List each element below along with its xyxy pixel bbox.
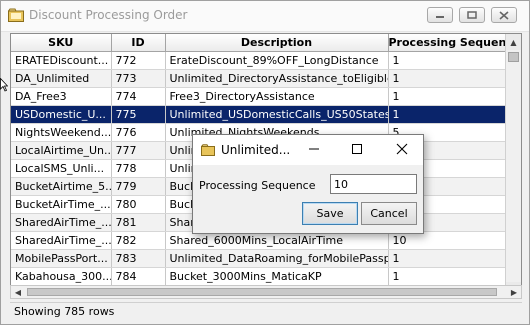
id-cell: 782 <box>111 231 166 250</box>
processing-sequence-cell: 1 <box>388 87 507 106</box>
processing-sequence-cell: 10 <box>388 231 507 250</box>
id-cell: 780 <box>111 195 166 214</box>
column-header-id[interactable]: ID <box>111 34 166 52</box>
folder-icon <box>201 144 215 156</box>
processing-sequence-cell: 1 <box>388 249 507 268</box>
scroll-right-arrow-icon[interactable]: ▶ <box>507 286 521 298</box>
close-icon <box>499 10 509 20</box>
dialog-maximize-button[interactable] <box>350 142 364 156</box>
id-cell: 776 <box>111 123 166 142</box>
table-row[interactable]: MobilePassPort... 783 Unlimited_DataRoamin… <box>11 249 507 268</box>
window-title: Discount Processing Order <box>29 8 188 22</box>
sku-cell: USDomestic_U... <box>11 105 112 124</box>
id-cell: 781 <box>111 213 166 232</box>
description-cell: ErateDiscount_89%OFF_LongDistance <box>165 51 389 70</box>
vertical-scrollbar[interactable]: ▲ ▼ <box>505 34 521 298</box>
sku-cell: ERATEDiscount... <box>11 51 112 70</box>
sku-cell: SharedAirTime_... <box>11 213 112 232</box>
sku-cell: DA_Unlimited <box>11 69 112 88</box>
description-cell: Unlimited_DirectoryAssistance_toEligible… <box>165 69 389 88</box>
description-cell: Bucket_3000Mins_MaticaKP <box>165 267 389 286</box>
dialog-title: Unlimited... <box>221 143 291 157</box>
title-bar[interactable]: Discount Processing Order <box>1 1 529 32</box>
maximize-button[interactable] <box>459 7 485 23</box>
id-cell: 774 <box>111 87 166 106</box>
sku-cell: Kabahousa_300... <box>11 267 112 286</box>
sku-cell: BucketAirTime_... <box>11 195 112 214</box>
sku-cell: MobilePassPort... <box>11 249 112 268</box>
sku-cell: SharedAirTime_... <box>11 231 112 250</box>
id-cell: 778 <box>111 159 166 178</box>
header-row: SKU ID Description Processing Sequence <box>11 34 507 52</box>
scroll-up-arrow-icon[interactable]: ▲ <box>506 34 521 50</box>
id-cell: 783 <box>111 249 166 268</box>
processing-sequence-cell: 1 <box>388 105 507 124</box>
id-cell: 784 <box>111 267 166 286</box>
table-row[interactable]: DA_Free3 774 Free3_DirectoryAssistance 1 <box>11 87 507 106</box>
vertical-scroll-thumb[interactable] <box>508 52 519 62</box>
horizontal-scroll-thumb[interactable] <box>27 288 497 296</box>
description-cell: Unlimited_USDomesticCalls_US50States <box>165 105 389 124</box>
table-row[interactable]: USDomestic_U... 775 Unlimited_USDomesticCa… <box>11 105 507 124</box>
processing-sequence-cell: 1 <box>388 51 507 70</box>
minimize-button[interactable] <box>427 7 453 23</box>
column-header-processing-sequence[interactable]: Processing Sequence <box>388 34 507 52</box>
sku-cell: BucketAirtime_5... <box>11 177 112 196</box>
sku-cell: NightsWeekend... <box>11 123 112 142</box>
description-cell: Unlimited_DataRoaming_forMobilePassport <box>165 249 389 268</box>
table-row[interactable]: SharedAirTime_... 782 Shared_6000Mins_Loca… <box>11 231 507 250</box>
horizontal-scrollbar[interactable]: ◀ ▶ <box>10 285 522 299</box>
processing-sequence-label: Processing Sequence <box>199 179 316 192</box>
dialog-title-bar[interactable]: Unlimited... <box>193 135 423 165</box>
processing-sequence-cell: 1 <box>388 69 507 88</box>
id-cell: 773 <box>111 69 166 88</box>
dialog-minimize-button[interactable] <box>307 142 321 156</box>
sku-cell: DA_Free3 <box>11 87 112 106</box>
column-header-sku[interactable]: SKU <box>11 34 112 52</box>
maximize-icon <box>467 11 477 19</box>
description-cell: Free3_DirectoryAssistance <box>165 87 389 106</box>
close-icon <box>396 143 408 155</box>
processing-sequence-input[interactable] <box>330 174 417 194</box>
table-row[interactable]: DA_Unlimited 773 Unlimited_DirectoryAssist… <box>11 69 507 88</box>
description-cell: Shared_6000Mins_LocalAirTime <box>165 231 389 250</box>
dialog-close-button[interactable] <box>395 142 409 156</box>
close-button[interactable] <box>491 7 517 23</box>
id-cell: 777 <box>111 141 166 160</box>
edit-sequence-dialog: Unlimited... Processing Sequence Save Ca… <box>192 134 424 234</box>
sku-cell: LocalSMS_Unli... <box>11 159 112 178</box>
folder-icon <box>8 8 24 22</box>
table-row[interactable]: Kabahousa_300... 784 Bucket_3000Mins_Matic… <box>11 267 507 286</box>
save-button[interactable]: Save <box>302 202 358 225</box>
processing-sequence-cell: 1 <box>388 267 507 286</box>
scroll-left-arrow-icon[interactable]: ◀ <box>11 286 25 298</box>
maximize-icon <box>352 144 362 154</box>
cancel-button[interactable]: Cancel <box>361 202 417 225</box>
minimize-icon <box>436 16 444 18</box>
id-cell: 775 <box>111 105 166 124</box>
id-cell: 779 <box>111 177 166 196</box>
row-count-status: Showing 785 rows <box>14 305 115 318</box>
table-row[interactable]: ERATEDiscount... 772 ErateDiscount_89%OFF_… <box>11 51 507 70</box>
id-cell: 772 <box>111 51 166 70</box>
mouse-cursor-icon <box>0 78 8 92</box>
column-header-description[interactable]: Description <box>165 34 389 52</box>
sku-cell: LocalAirtime_Un... <box>11 141 112 160</box>
status-bar: Showing 785 rows <box>10 302 522 320</box>
minimize-icon <box>309 148 319 150</box>
